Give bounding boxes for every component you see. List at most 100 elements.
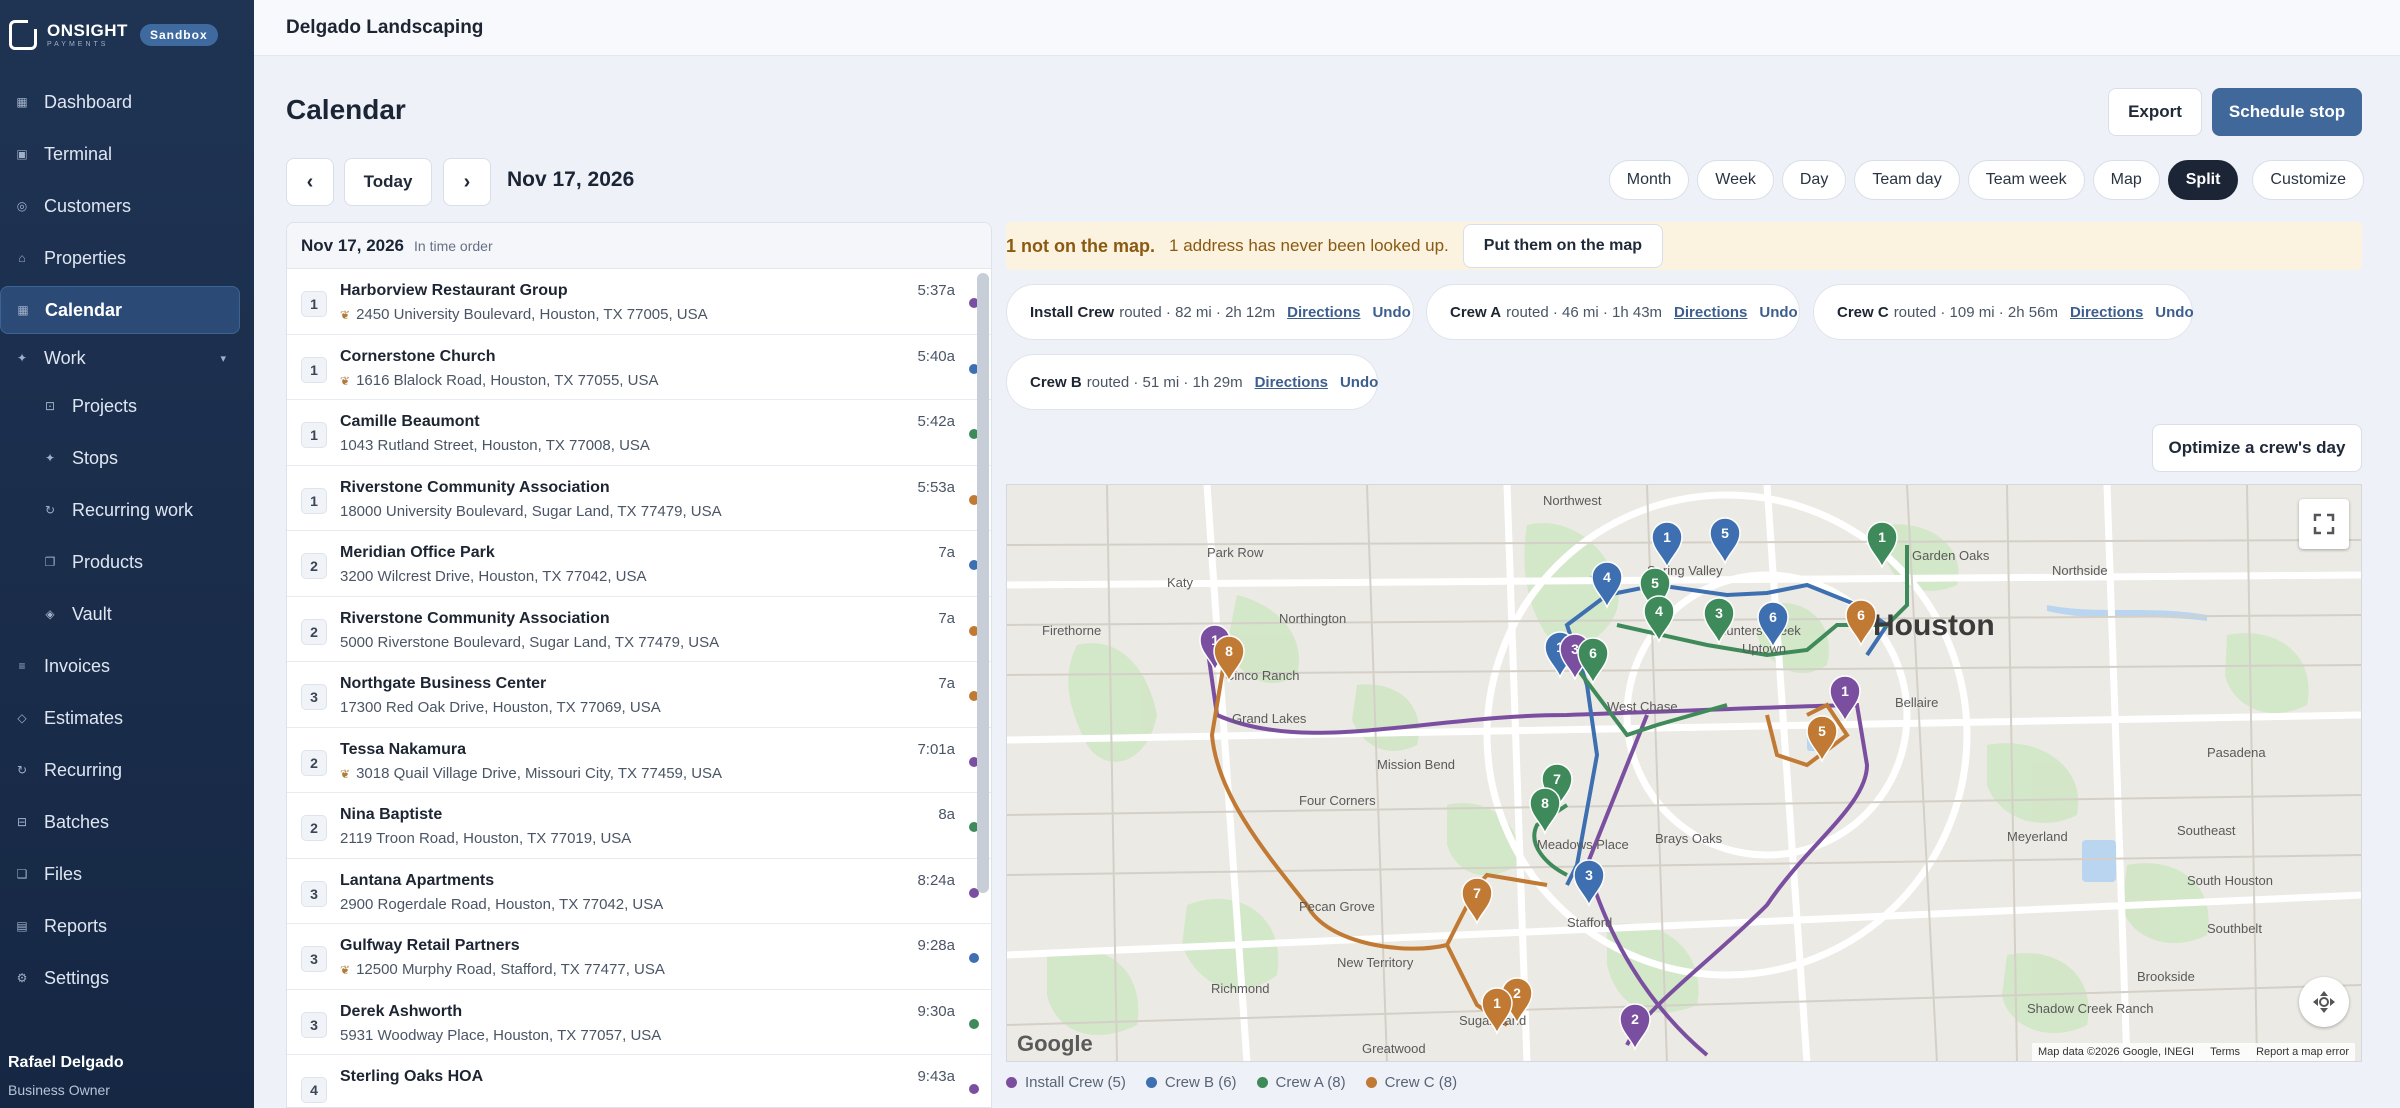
map-pin[interactable]: 6	[1845, 599, 1877, 648]
sidebar-item-settings[interactable]: ⚙ Settings	[0, 954, 254, 1002]
list-item[interactable]: 3 Lantana Apartments 2900 Rogerdale Road, …	[287, 859, 991, 924]
next-date-button[interactable]: ›	[443, 158, 491, 206]
undo-button[interactable]: Undo	[1340, 374, 1378, 391]
tab-team-day[interactable]: Team day	[1854, 160, 1960, 200]
sidebar-item-terminal[interactable]: ▣ Terminal	[0, 130, 254, 178]
list-item[interactable]: 3 Derek Ashworth 5931 Woodway Place, Houst…	[287, 990, 991, 1055]
undo-button[interactable]: Undo	[1372, 304, 1410, 321]
sidebar-item-calendar[interactable]: ▦ Calendar	[0, 286, 240, 334]
list-item[interactable]: 1 Cornerstone Church ❦ 1616 Blalock Road, H…	[287, 335, 991, 400]
route-map[interactable]: Park Row Katy Cinco Ranch Firethorne Gra…	[1006, 484, 2362, 1062]
sidebar-item-label: Vault	[72, 603, 112, 624]
svg-text:7: 7	[1553, 771, 1561, 787]
undo-button[interactable]: Undo	[2155, 304, 2193, 321]
stop-number: 3	[301, 880, 327, 907]
sidebar-item-invoices[interactable]: ≡ Invoices	[0, 642, 254, 690]
sidebar-item-vault[interactable]: ◈ Vault	[0, 590, 254, 638]
sidebar-item-recurring-work[interactable]: ↻ Recurring work	[0, 486, 254, 534]
sidebar-item-customers[interactable]: ◎ Customers	[0, 182, 254, 230]
list-item[interactable]: 1 Harborview Restaurant Group ❦ 2450 Univer…	[287, 269, 991, 335]
sidebar-item-estimates[interactable]: ◇ Estimates	[0, 694, 254, 742]
svg-text:8: 8	[1541, 795, 1549, 811]
tab-month[interactable]: Month	[1608, 160, 1690, 200]
recurring-icon: ↻	[44, 503, 56, 517]
export-button[interactable]: Export	[2108, 88, 2202, 136]
sidebar-item-stops[interactable]: ✦ Stops	[0, 434, 254, 482]
legend-label: Crew A (8)	[1275, 1074, 1346, 1091]
legend-item[interactable]: Crew A (8)	[1256, 1074, 1346, 1091]
sidebar-item-batches[interactable]: ⊟ Batches	[0, 798, 254, 846]
today-button[interactable]: Today	[344, 158, 432, 206]
list-item[interactable]: 2 Meridian Office Park 3200 Wilcrest Drive…	[287, 531, 991, 597]
unmapped-alert: 1 not on the map. 1 address has never be…	[1006, 222, 2362, 270]
terminal-icon: ▣	[16, 147, 28, 161]
list-item[interactable]: 2 Nina Baptiste 2119 Troon Road, Houston, …	[287, 793, 991, 859]
schedule-stop-button[interactable]: Schedule stop	[2212, 88, 2362, 136]
sidebar-item-properties[interactable]: ⌂ Properties	[0, 234, 254, 282]
directions-link[interactable]: Directions	[1255, 374, 1328, 391]
map-pin[interactable]: 7	[1461, 877, 1493, 926]
map-canvas[interactable]: Park Row Katy Cinco Ranch Firethorne Gra…	[1007, 485, 2362, 1062]
undo-button[interactable]: Undo	[1759, 304, 1797, 321]
crew-name: Crew B	[1030, 373, 1082, 391]
topbar: Delgado Landscaping	[254, 0, 2400, 56]
directions-link[interactable]: Directions	[1287, 304, 1360, 321]
sidebar-item-dashboard[interactable]: ▦ Dashboard	[0, 78, 254, 126]
legend-item[interactable]: Install Crew (5)	[1006, 1074, 1126, 1091]
sidebar-item-products[interactable]: ❐ Products	[0, 538, 254, 586]
chevron-down-icon[interactable]: ▾	[220, 352, 226, 365]
list-item[interactable]: 3 Northgate Business Center 17300 Red Oak …	[287, 662, 991, 728]
tab-split[interactable]: Split	[2167, 160, 2239, 200]
map-report-link[interactable]: Report a map error	[2256, 1046, 2349, 1058]
map-pin[interactable]: 5	[1806, 715, 1838, 764]
sidebar-item-projects[interactable]: ⊡ Projects	[0, 382, 254, 430]
vault-icon: ◈	[45, 607, 55, 621]
alert-text: 1 address has never been looked up.	[1169, 236, 1449, 255]
legend-item[interactable]: Crew C (8)	[1365, 1074, 1457, 1091]
list-item[interactable]: 3 Gulfway Retail Partners ❦ 12500 Murphy Ro…	[287, 924, 991, 990]
stop-number: 1	[301, 291, 327, 317]
map-copyright: Map data ©2026 Google, INEGI	[2038, 1046, 2195, 1058]
directions-link[interactable]: Directions	[2070, 304, 2143, 321]
list-item[interactable]: 1 Riverstone Community Association 18000 U…	[287, 466, 991, 531]
sidebar-item-work[interactable]: ✦ Work ▾	[0, 334, 254, 382]
list-item[interactable]: 1 Camille Beaumont 1043 Rutland Street, Ho…	[287, 400, 991, 466]
list-item[interactable]: 2 Riverstone Community Association 5000 Ri…	[287, 597, 991, 662]
map-label: Brookside	[2137, 969, 2195, 984]
sidebar-item-files[interactable]: ❏ Files	[0, 850, 254, 898]
directions-link[interactable]: Directions	[1674, 304, 1747, 321]
svg-text:2: 2	[1513, 985, 1521, 1001]
tab-day[interactable]: Day	[1781, 160, 1847, 200]
optimize-crew-button[interactable]: Optimize a crew's day	[2152, 424, 2362, 472]
fullscreen-button[interactable]	[2299, 499, 2349, 549]
tab-map[interactable]: Map	[2092, 160, 2160, 200]
brand-logo[interactable]: ONSIGHT PAYMENTS Sandbox	[9, 20, 218, 50]
map-pin[interactable]: 1	[1651, 521, 1683, 570]
map-pin[interactable]: 2	[1619, 1003, 1651, 1052]
list-scrollbar[interactable]	[977, 273, 989, 893]
tab-team-week[interactable]: Team week	[1967, 160, 2085, 200]
map-city-label: Houston	[1873, 609, 1995, 642]
user-profile[interactable]: Rafael Delgado Business Owner	[8, 1054, 124, 1098]
map-label: New Territory	[1337, 955, 1414, 970]
map-pin[interactable]: 5	[1709, 517, 1741, 566]
page-title: Calendar	[286, 94, 406, 125]
sidebar-item-label: Dashboard	[44, 91, 133, 112]
refresh-icon: ↻	[16, 763, 28, 777]
map-terms-link[interactable]: Terms	[2210, 1046, 2240, 1058]
list-item[interactable]: 2 Tessa Nakamura ❦ 3018 Quail Village Drive…	[287, 728, 991, 793]
legend-color-dot	[1006, 1077, 1017, 1088]
list-header: Nov 17, 2026 In time order	[287, 223, 991, 269]
tab-customize[interactable]: Customize	[2252, 160, 2364, 200]
stop-number: 1	[301, 487, 327, 514]
user-name: Rafael Delgado	[8, 1054, 124, 1071]
list-item[interactable]: 4 Sterling Oaks HOA 9:43a	[287, 1055, 991, 1107]
map-camera-control[interactable]	[2299, 977, 2349, 1027]
sidebar-item-label: Invoices	[44, 655, 111, 676]
sidebar-item-reports[interactable]: ▤ Reports	[0, 902, 254, 950]
legend-item[interactable]: Crew B (6)	[1145, 1074, 1237, 1091]
prev-date-button[interactable]: ‹	[286, 158, 334, 206]
put-on-map-button[interactable]: Put them on the map	[1462, 224, 1664, 268]
tab-week[interactable]: Week	[1697, 160, 1774, 200]
sidebar-item-recurring[interactable]: ↻ Recurring	[0, 746, 254, 794]
